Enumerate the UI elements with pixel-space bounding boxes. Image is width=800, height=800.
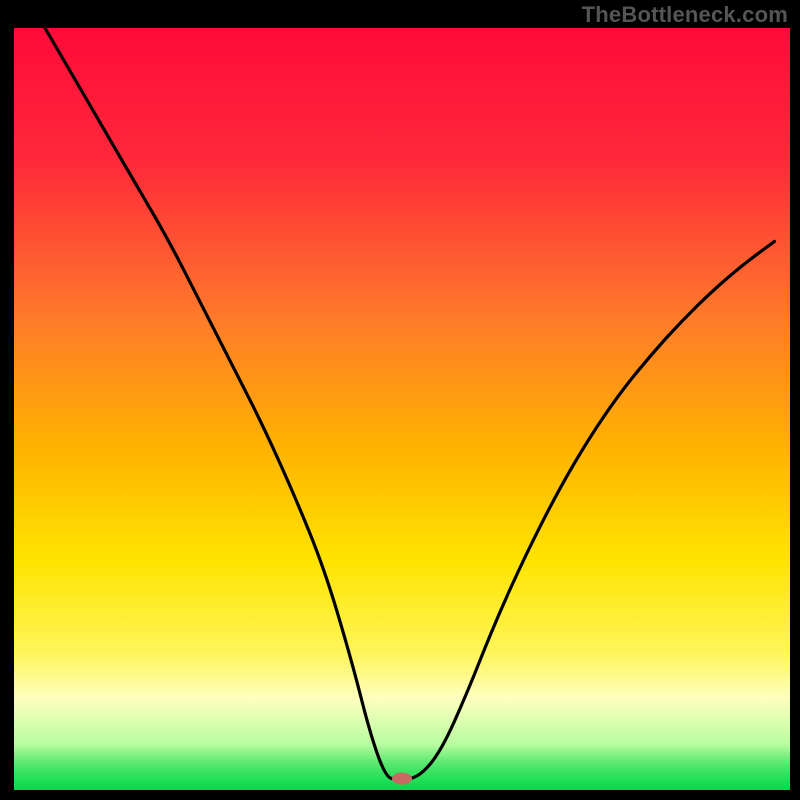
chart-container: TheBottleneck.com <box>0 0 800 800</box>
gradient-background <box>14 28 790 790</box>
watermark-text: TheBottleneck.com <box>582 2 788 28</box>
bottleneck-plot <box>0 0 800 800</box>
optimum-marker <box>392 773 412 785</box>
